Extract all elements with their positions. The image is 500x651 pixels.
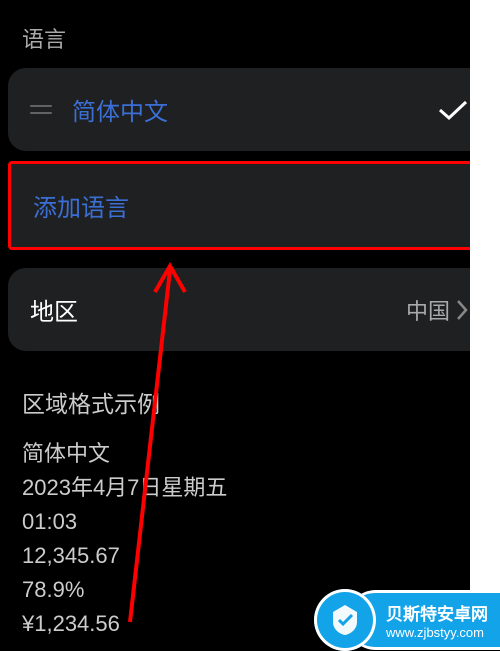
white-right-margin xyxy=(470,0,500,646)
settings-page: 语言 简体中文 添加语言 地区 中国 区域格式示例 简体中文 2023年4月7日… xyxy=(0,0,500,642)
section-title-language: 语言 xyxy=(8,0,492,68)
format-number: 12,345.67 xyxy=(22,539,478,573)
chevron-right-icon xyxy=(454,297,470,323)
language-item-simplified-chinese[interactable]: 简体中文 xyxy=(8,68,492,151)
language-item-label: 简体中文 xyxy=(72,92,168,127)
region-format-example-title: 区域格式示例 xyxy=(22,385,478,419)
watermark-badge: 贝斯特安卓网 www.zjbstyy.com xyxy=(314,589,500,651)
watermark-line1: 贝斯特安卓网 xyxy=(386,600,488,625)
watermark-logo-icon xyxy=(314,589,376,651)
format-locale-name: 简体中文 xyxy=(22,437,478,471)
region-value-wrap: 中国 xyxy=(406,294,470,326)
add-language-label: 添加语言 xyxy=(33,188,129,223)
region-value: 中国 xyxy=(406,294,450,326)
format-date: 2023年4月7日星期五 xyxy=(22,471,478,505)
region-label: 地区 xyxy=(30,292,78,327)
add-language-button[interactable]: 添加语言 xyxy=(8,161,492,250)
format-time: 01:03 xyxy=(22,505,478,539)
watermark-line2: www.zjbstyy.com xyxy=(386,625,488,640)
language-item-left: 简体中文 xyxy=(30,92,168,127)
checkmark-icon xyxy=(436,98,470,122)
drag-handle-icon[interactable] xyxy=(30,105,52,114)
region-row[interactable]: 地区 中国 xyxy=(8,268,492,351)
